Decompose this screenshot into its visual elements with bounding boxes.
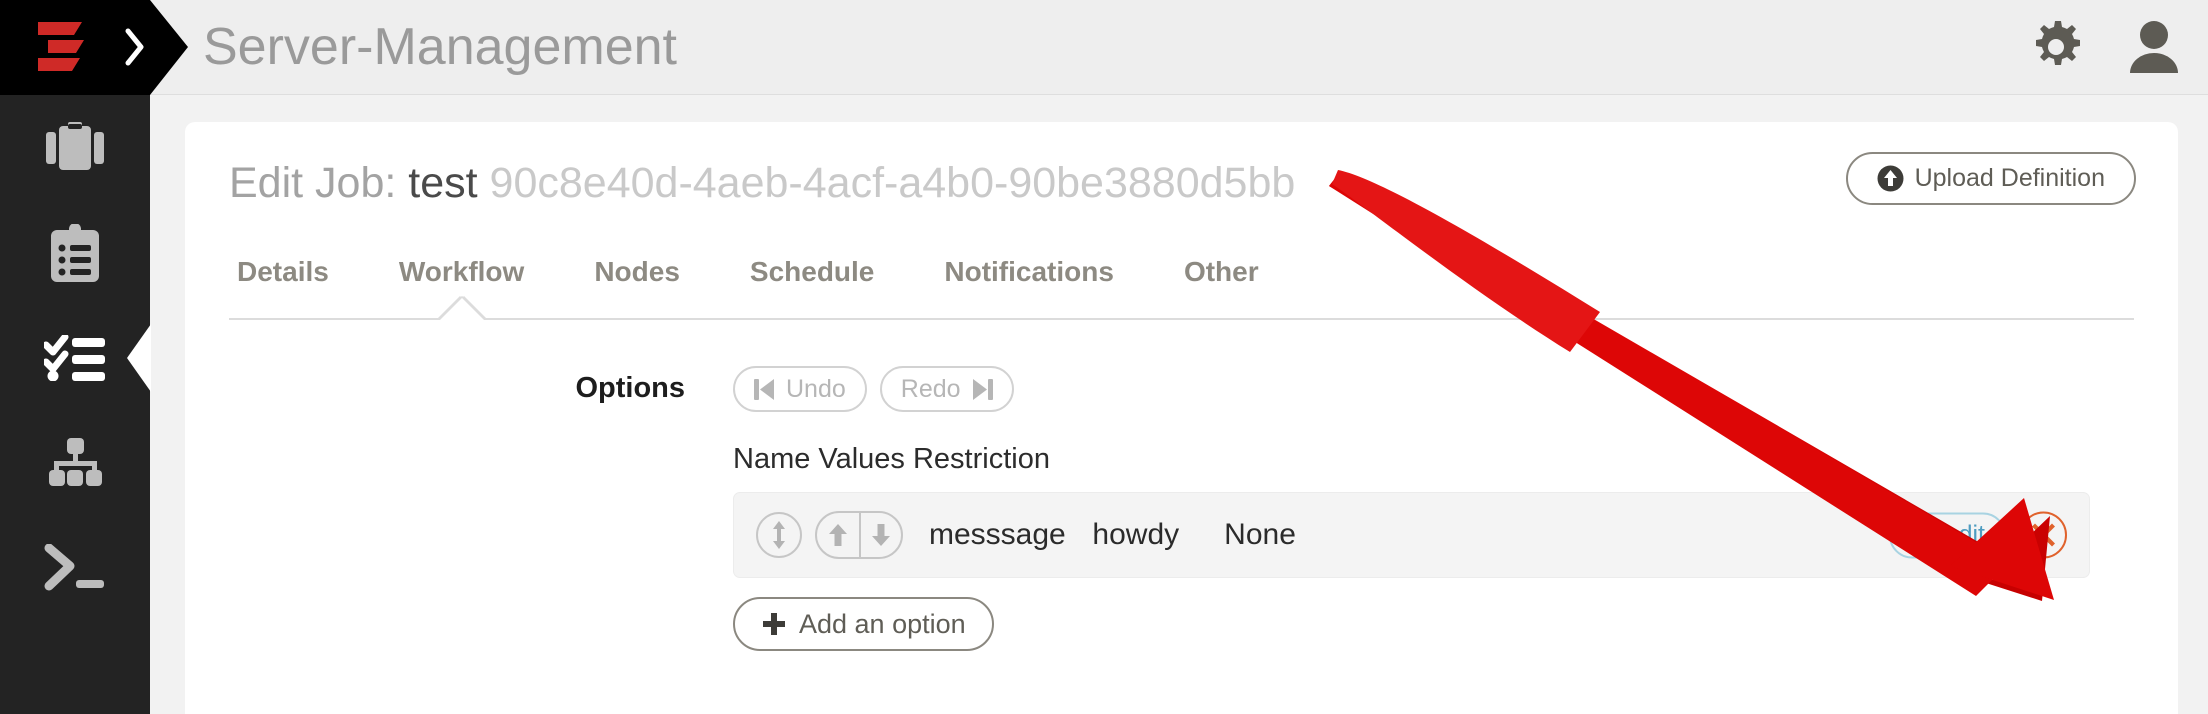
briefcase-icon [46,121,104,170]
times-circle-icon [2032,523,2055,547]
arrow-up-icon [829,524,847,546]
arrows-vertical-icon [773,521,785,549]
upload-definition-label: Upload Definition [1914,164,2105,192]
sidebar-item-jobs[interactable] [0,95,150,200]
application-window: Server-Management Edit Job: test 90c8e40… [0,0,2208,714]
add-option-label: Add an option [799,608,966,639]
card-header: Edit Job: test 90c8e40d-4aeb-4acf-a4b0-9… [185,122,2178,218]
sidebar [0,0,188,714]
tab-nodes[interactable]: Nodes [559,256,715,318]
step-backward-icon [754,378,774,400]
active-indicator-caret [127,323,151,392]
terminal-icon [44,543,104,590]
option-row-actions: edit [1888,511,2067,559]
top-bar: Server-Management [150,0,2208,95]
tasks-checklist-icon [44,334,105,381]
tab-workflow[interactable]: Workflow [364,256,559,320]
job-title-prefix: Edit Job: [229,159,397,207]
job-title-name: test [408,159,478,207]
arrow-up-circle-icon [1877,165,1904,192]
job-title-uuid: 90c8e40d-4aeb-4acf-a4b0-90be3880d5bb [489,159,1296,207]
tab-schedule-label: Schedule [749,256,875,287]
option-drag-handle[interactable] [756,512,802,558]
option-row: messsage howdy None edit [733,492,2090,578]
tab-details-label: Details [237,256,329,287]
option-move-down-button[interactable] [859,513,901,557]
gear-icon[interactable] [2030,21,2082,73]
option-values: howdy [1092,518,1180,551]
tab-schedule[interactable]: Schedule [715,256,909,318]
option-edit-label: edit [1944,520,1985,549]
undo-label: Undo [786,374,846,403]
option-restriction: None [1224,518,1296,551]
user-icon[interactable] [2130,21,2178,73]
sidebar-item-tasks[interactable] [0,305,151,410]
sidebar-item-list [0,95,151,620]
pencil-square-icon [1911,522,1936,547]
active-tab-caret [439,298,484,320]
tab-other[interactable]: Other [1149,256,1294,318]
options-section: Options Undo Redo Name Values Restrictio… [185,320,2178,651]
option-edit-button[interactable]: edit [1888,512,2006,558]
undo-redo-group: Undo Redo [733,366,2090,412]
arrow-down-icon [872,524,890,546]
tab-details[interactable]: Details [229,256,364,318]
redo-label: Redo [900,374,961,403]
undo-button[interactable]: Undo [733,366,867,412]
topbar-actions [2030,21,2178,73]
option-move-up-button[interactable] [817,513,859,557]
sidebar-item-commands[interactable] [0,515,150,620]
job-edit-card: Edit Job: test 90c8e40d-4aeb-4acf-a4b0-9… [185,122,2178,714]
brand-block [0,0,150,95]
option-delete-button[interactable] [2020,511,2067,559]
option-move-group [815,511,903,559]
tab-other-label: Other [1183,256,1259,287]
option-summary: messsage howdy None [929,518,1296,552]
tab-notifications[interactable]: Notifications [909,256,1149,318]
redo-button[interactable]: Redo [879,366,1014,412]
options-section-label: Options [575,372,685,404]
tab-notifications-label: Notifications [944,256,1114,287]
plus-icon [763,613,785,635]
add-option-button[interactable]: Add an option [733,597,994,651]
options-body: Undo Redo Name Values Restriction messsa… [733,366,2090,651]
step-forward-icon [972,378,993,400]
sidebar-item-activity[interactable] [0,200,150,305]
brand-block-arrow [150,0,188,95]
sidebar-item-nodes[interactable] [0,410,150,515]
tab-workflow-label: Workflow [398,256,525,287]
tab-nodes-label: Nodes [594,256,680,287]
options-column-header: Name Values Restriction [733,443,1050,475]
job-tabs: Details Workflow Nodes Schedule Notifica… [229,252,2134,320]
upload-definition-button[interactable]: Upload Definition [1845,152,2136,205]
rundeck-logo-icon[interactable] [34,20,90,74]
option-name: messsage [929,518,1066,551]
chevron-right-icon[interactable] [124,28,146,66]
page-title: Server-Management [203,18,677,76]
clipboard-list-icon [51,223,99,282]
sitemap-icon [49,437,102,486]
